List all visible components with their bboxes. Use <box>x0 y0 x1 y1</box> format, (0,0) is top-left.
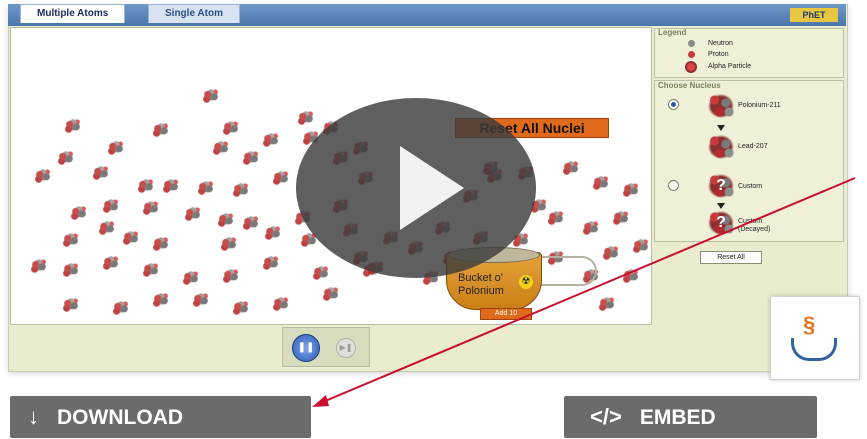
polonium-atom[interactable] <box>180 270 202 286</box>
polonium-atom[interactable] <box>218 236 240 252</box>
custom-decayed-nucleus-icon: ? <box>705 208 737 238</box>
polonium-atom[interactable] <box>620 182 642 198</box>
polonium-atom[interactable] <box>596 296 618 312</box>
polonium-atom[interactable] <box>240 150 262 166</box>
java-steam-icon: § <box>803 312 816 337</box>
legend-proton: Proton <box>708 51 729 58</box>
polonium-atom[interactable] <box>150 292 172 308</box>
polonium-atom[interactable] <box>295 110 317 126</box>
nucleus-parent-label: Polonium-211 <box>738 102 781 109</box>
custom-parent-label: Custom <box>738 183 763 190</box>
proton-icon <box>688 51 695 58</box>
polonium-atom[interactable] <box>60 297 82 313</box>
polonium-atom[interactable] <box>310 265 332 281</box>
polonium-atom[interactable] <box>215 212 237 228</box>
lead-nucleus-icon <box>705 132 737 162</box>
legend-alpha-particle: Alpha Particle <box>708 63 752 70</box>
polonium-atom[interactable] <box>62 118 84 134</box>
polonium-atom[interactable] <box>68 205 90 221</box>
polonium-atom[interactable] <box>90 165 112 181</box>
custom-nucleus-icon: ? <box>705 171 737 201</box>
legend-neutron: Neutron <box>708 40 733 47</box>
bucket-label: Bucket o' Polonium <box>458 272 504 297</box>
polonium-atom[interactable] <box>260 132 282 148</box>
polonium-atom[interactable] <box>270 296 292 312</box>
embed-button[interactable]: </> EMBED <box>564 396 817 438</box>
pause-icon[interactable]: ❚❚ <box>292 334 320 362</box>
polonium-atom[interactable] <box>580 220 602 236</box>
legend-title: Legend <box>658 28 687 37</box>
custom-daughter-label: Custom (Decayed) <box>738 218 771 233</box>
polonium-atom[interactable] <box>96 220 118 236</box>
polonium-atom[interactable] <box>230 300 252 316</box>
neutron-icon <box>688 40 695 47</box>
polonium-atom[interactable] <box>630 238 652 254</box>
polonium-atom[interactable] <box>240 215 262 231</box>
play-icon <box>400 146 464 230</box>
polonium-atom[interactable] <box>140 200 162 216</box>
polonium-atom[interactable] <box>545 210 567 226</box>
polonium-atom[interactable] <box>220 120 242 136</box>
tab-single-atom[interactable]: Single Atom <box>148 4 240 23</box>
polonium-atom[interactable] <box>270 170 292 186</box>
polonium-atom[interactable] <box>220 268 242 284</box>
polonium-atom[interactable] <box>320 286 342 302</box>
radio-polonium[interactable] <box>668 99 679 110</box>
polonium-atom[interactable] <box>610 210 632 226</box>
polonium-atom[interactable] <box>182 206 204 222</box>
radio-custom[interactable] <box>668 180 679 191</box>
alpha-particle-icon <box>685 61 697 73</box>
reset-all-button[interactable]: Reset All <box>700 251 762 264</box>
polonium-atom[interactable] <box>620 268 642 284</box>
add-ten-button[interactable]: Add 10 <box>480 308 532 320</box>
polonium-atom[interactable] <box>160 178 182 194</box>
polonium-atom[interactable] <box>60 232 82 248</box>
embed-label: EMBED <box>639 406 716 429</box>
download-button[interactable]: ↓ DOWNLOAD <box>10 396 311 438</box>
phet-logo: PhET <box>790 8 838 22</box>
nucleus-daughter-label: Lead-207 <box>738 143 768 150</box>
polonium-atom[interactable] <box>190 292 212 308</box>
arrowhead-icon <box>312 395 329 407</box>
choose-nucleus-title: Choose Nucleus <box>658 81 721 90</box>
polonium-atom[interactable] <box>140 262 162 278</box>
radiation-icon: ☢ <box>519 275 533 289</box>
polonium-atom[interactable] <box>262 225 284 241</box>
download-arrow-icon: ↓ <box>28 404 39 429</box>
polonium-atom[interactable] <box>150 236 172 252</box>
polonium-atom[interactable] <box>195 180 217 196</box>
polonium-atom[interactable] <box>105 140 127 156</box>
embed-code-icon: </> <box>590 404 622 429</box>
polonium-atom[interactable] <box>120 230 142 246</box>
polonium-atom[interactable] <box>210 140 232 156</box>
polonium-atom[interactable] <box>135 178 157 194</box>
tab-bar <box>8 4 846 26</box>
tab-multiple-atoms[interactable]: Multiple Atoms <box>20 4 126 23</box>
polonium-atom[interactable] <box>32 168 54 184</box>
polonium-atom[interactable] <box>110 300 132 316</box>
radio-selected-dot <box>671 102 676 107</box>
polonium-atom[interactable] <box>60 262 82 278</box>
polonium-atom[interactable] <box>150 122 172 138</box>
step-icon[interactable]: ▶❚ <box>336 338 356 358</box>
polonium-atom[interactable] <box>28 258 50 274</box>
polonium-atom[interactable] <box>600 245 622 261</box>
download-label: DOWNLOAD <box>57 406 183 429</box>
polonium-atom[interactable] <box>560 160 582 176</box>
polonium-atom[interactable] <box>100 198 122 214</box>
polonium-atom[interactable] <box>230 182 252 198</box>
decay-arrow-icon <box>717 125 725 131</box>
polonium-atom[interactable] <box>100 255 122 271</box>
polonium-atom[interactable] <box>590 175 612 191</box>
polonium-nucleus-icon <box>705 91 737 121</box>
polonium-atom[interactable] <box>260 255 282 271</box>
polonium-atom[interactable] <box>200 88 222 104</box>
polonium-atom[interactable] <box>55 150 77 166</box>
